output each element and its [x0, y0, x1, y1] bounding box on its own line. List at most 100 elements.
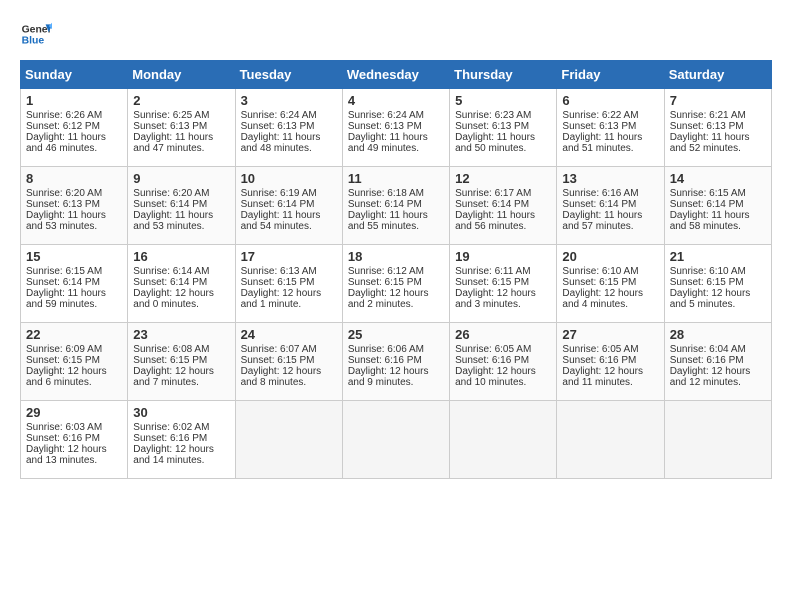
sunset-text: Sunset: 6:16 PM	[133, 433, 229, 444]
calendar-cell	[342, 401, 449, 479]
sunset-text: Sunset: 6:16 PM	[670, 355, 766, 366]
sunrise-text: Sunrise: 6:23 AM	[455, 110, 551, 121]
sunrise-text: Sunrise: 6:26 AM	[26, 110, 122, 121]
sunset-text: Sunset: 6:14 PM	[670, 199, 766, 210]
calendar-cell: 25Sunrise: 6:06 AMSunset: 6:16 PMDayligh…	[342, 323, 449, 401]
sunset-text: Sunset: 6:15 PM	[562, 277, 658, 288]
sunset-text: Sunset: 6:13 PM	[348, 121, 444, 132]
daylight-text: Daylight: 12 hours and 13 minutes.	[26, 444, 122, 466]
daylight-text: Daylight: 11 hours and 50 minutes.	[455, 132, 551, 154]
day-number: 19	[455, 249, 551, 264]
sunrise-text: Sunrise: 6:21 AM	[670, 110, 766, 121]
sunrise-text: Sunrise: 6:14 AM	[133, 266, 229, 277]
day-header-monday: Monday	[128, 61, 235, 89]
sunset-text: Sunset: 6:15 PM	[241, 355, 337, 366]
sunset-text: Sunset: 6:15 PM	[133, 355, 229, 366]
sunrise-text: Sunrise: 6:12 AM	[348, 266, 444, 277]
daylight-text: Daylight: 11 hours and 48 minutes.	[241, 132, 337, 154]
daylight-text: Daylight: 11 hours and 58 minutes.	[670, 210, 766, 232]
calendar-cell: 6Sunrise: 6:22 AMSunset: 6:13 PMDaylight…	[557, 89, 664, 167]
day-number: 14	[670, 171, 766, 186]
calendar-cell: 23Sunrise: 6:08 AMSunset: 6:15 PMDayligh…	[128, 323, 235, 401]
day-number: 12	[455, 171, 551, 186]
calendar-cell: 12 Sunrise: 6:17 AMSunset: 6:14 PMDayligh…	[450, 167, 557, 245]
sunrise-text: Sunrise: 6:24 AM	[348, 110, 444, 121]
calendar-cell: 16Sunrise: 6:14 AMSunset: 6:14 PMDayligh…	[128, 245, 235, 323]
day-number: 2	[133, 93, 229, 108]
sunrise-text: Sunrise: 6:17 AM	[455, 188, 551, 199]
sunset-text: Sunset: 6:13 PM	[670, 121, 766, 132]
sunset-text: Sunset: 6:13 PM	[562, 121, 658, 132]
sunrise-text: Sunrise: 6:19 AM	[241, 188, 337, 199]
calendar-header-row: SundayMondayTuesdayWednesdayThursdayFrid…	[21, 61, 772, 89]
calendar-cell: 30Sunrise: 6:02 AMSunset: 6:16 PMDayligh…	[128, 401, 235, 479]
sunset-text: Sunset: 6:14 PM	[348, 199, 444, 210]
calendar-cell: 18Sunrise: 6:12 AMSunset: 6:15 PMDayligh…	[342, 245, 449, 323]
daylight-text: Daylight: 12 hours and 9 minutes.	[348, 366, 444, 388]
day-number: 8	[26, 171, 122, 186]
calendar-table: SundayMondayTuesdayWednesdayThursdayFrid…	[20, 60, 772, 479]
day-number: 10	[241, 171, 337, 186]
week-row-5: 29Sunrise: 6:03 AMSunset: 6:16 PMDayligh…	[21, 401, 772, 479]
sunset-text: Sunset: 6:13 PM	[133, 121, 229, 132]
logo-icon: General Blue	[20, 18, 52, 50]
daylight-text: Daylight: 11 hours and 55 minutes.	[348, 210, 444, 232]
sunset-text: Sunset: 6:15 PM	[348, 277, 444, 288]
sunset-text: Sunset: 6:14 PM	[562, 199, 658, 210]
sunrise-text: Sunrise: 6:16 AM	[562, 188, 658, 199]
sunset-text: Sunset: 6:16 PM	[26, 433, 122, 444]
day-number: 21	[670, 249, 766, 264]
sunset-text: Sunset: 6:13 PM	[455, 121, 551, 132]
day-number: 20	[562, 249, 658, 264]
day-number: 13	[562, 171, 658, 186]
daylight-text: Daylight: 12 hours and 11 minutes.	[562, 366, 658, 388]
svg-text:Blue: Blue	[22, 36, 45, 47]
day-header-wednesday: Wednesday	[342, 61, 449, 89]
day-header-saturday: Saturday	[664, 61, 771, 89]
day-number: 11	[348, 171, 444, 186]
sunrise-text: Sunrise: 6:25 AM	[133, 110, 229, 121]
sunrise-text: Sunrise: 6:22 AM	[562, 110, 658, 121]
sunrise-text: Sunrise: 6:18 AM	[348, 188, 444, 199]
sunrise-text: Sunrise: 6:20 AM	[133, 188, 229, 199]
week-row-1: 1Sunrise: 6:26 AMSunset: 6:12 PMDaylight…	[21, 89, 772, 167]
sunset-text: Sunset: 6:14 PM	[241, 199, 337, 210]
daylight-text: Daylight: 12 hours and 3 minutes.	[455, 288, 551, 310]
sunrise-text: Sunrise: 6:04 AM	[670, 344, 766, 355]
day-number: 7	[670, 93, 766, 108]
sunset-text: Sunset: 6:14 PM	[26, 277, 122, 288]
daylight-text: Daylight: 11 hours and 46 minutes.	[26, 132, 122, 154]
sunset-text: Sunset: 6:16 PM	[455, 355, 551, 366]
sunrise-text: Sunrise: 6:05 AM	[455, 344, 551, 355]
daylight-text: Daylight: 12 hours and 0 minutes.	[133, 288, 229, 310]
daylight-text: Daylight: 11 hours and 56 minutes.	[455, 210, 551, 232]
day-number: 3	[241, 93, 337, 108]
sunset-text: Sunset: 6:14 PM	[455, 199, 551, 210]
header: General Blue	[20, 18, 772, 50]
daylight-text: Daylight: 11 hours and 47 minutes.	[133, 132, 229, 154]
daylight-text: Daylight: 11 hours and 53 minutes.	[26, 210, 122, 232]
sunrise-text: Sunrise: 6:11 AM	[455, 266, 551, 277]
sunset-text: Sunset: 6:16 PM	[348, 355, 444, 366]
daylight-text: Daylight: 11 hours and 52 minutes.	[670, 132, 766, 154]
calendar-cell: 3Sunrise: 6:24 AMSunset: 6:13 PMDaylight…	[235, 89, 342, 167]
calendar-cell	[664, 401, 771, 479]
calendar-cell: 29Sunrise: 6:03 AMSunset: 6:16 PMDayligh…	[21, 401, 128, 479]
daylight-text: Daylight: 12 hours and 6 minutes.	[26, 366, 122, 388]
calendar-cell: 2 Sunrise: 6:25 AMSunset: 6:13 PMDaylight…	[128, 89, 235, 167]
calendar-cell: 5 Sunrise: 6:23 AMSunset: 6:13 PMDaylight…	[450, 89, 557, 167]
calendar-cell: 27Sunrise: 6:05 AMSunset: 6:16 PMDayligh…	[557, 323, 664, 401]
day-number: 26	[455, 327, 551, 342]
daylight-text: Daylight: 12 hours and 1 minute.	[241, 288, 337, 310]
daylight-text: Daylight: 11 hours and 57 minutes.	[562, 210, 658, 232]
day-number: 5	[455, 93, 551, 108]
calendar-cell: 15Sunrise: 6:15 AMSunset: 6:14 PMDayligh…	[21, 245, 128, 323]
sunset-text: Sunset: 6:16 PM	[562, 355, 658, 366]
day-header-sunday: Sunday	[21, 61, 128, 89]
sunrise-text: Sunrise: 6:03 AM	[26, 422, 122, 433]
day-number: 27	[562, 327, 658, 342]
calendar-cell: 13 Sunrise: 6:16 AMSunset: 6:14 PMDayligh…	[557, 167, 664, 245]
sunset-text: Sunset: 6:12 PM	[26, 121, 122, 132]
sunset-text: Sunset: 6:15 PM	[241, 277, 337, 288]
daylight-text: Daylight: 12 hours and 14 minutes.	[133, 444, 229, 466]
